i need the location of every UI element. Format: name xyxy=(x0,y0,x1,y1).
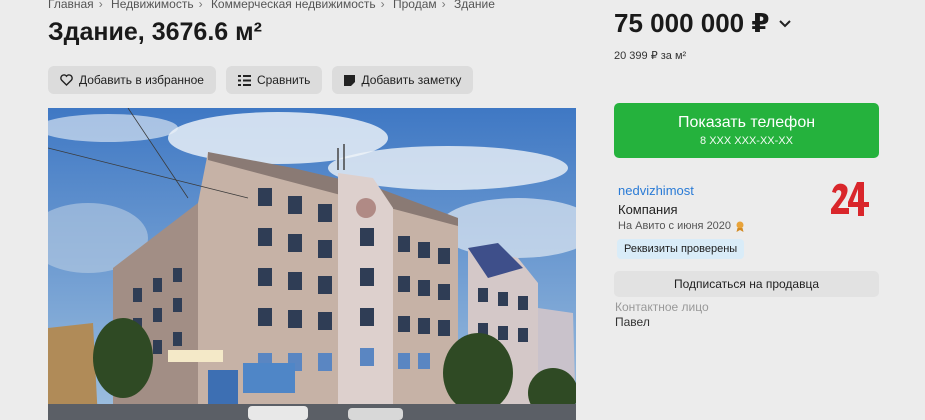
page-title: Здание, 3676.6 м² xyxy=(48,18,262,46)
add-note-label: Добавить заметку xyxy=(361,73,462,87)
compare-label: Сравнить xyxy=(256,73,311,87)
price-per-unit: 20 399 ₽ за м² xyxy=(614,50,687,62)
chevron-down-icon[interactable] xyxy=(779,19,792,28)
price-block: 75 000 000 ₽ xyxy=(614,8,792,39)
add-to-favorites-button[interactable]: Добавить в избранное xyxy=(48,66,216,94)
listing-actions: Добавить в избранное Сравнить Добавить з… xyxy=(48,66,474,94)
breadcrumb-item-home[interactable]: Главная xyxy=(48,0,94,11)
note-icon xyxy=(344,74,356,86)
add-note-button[interactable]: Добавить заметку xyxy=(332,66,474,94)
chevron-right-icon: › xyxy=(441,0,446,11)
chevron-right-icon: › xyxy=(198,0,203,11)
price-value: 75 000 000 ₽ xyxy=(614,8,770,38)
chevron-right-icon: › xyxy=(380,0,385,11)
show-phone-label: Показать телефон xyxy=(677,114,816,131)
breadcrumb-item-commercial[interactable]: Коммерческая недвижимость xyxy=(211,0,376,11)
contact-person-name: Павел xyxy=(615,315,650,329)
listing-photo[interactable] xyxy=(48,108,576,420)
subscribe-button[interactable]: Подписаться на продавца xyxy=(614,271,879,297)
add-to-favorites-label: Добавить в избранное xyxy=(79,73,204,87)
seller-logo xyxy=(829,178,871,220)
breadcrumb: Главная › Недвижимость › Коммерческая недв… xyxy=(48,0,498,11)
show-phone-button[interactable]: Показать телефон 8 XXX XXX-XX-XX xyxy=(614,103,879,158)
verified-badge: Реквизиты проверены xyxy=(617,239,745,259)
breadcrumb-item-building[interactable]: Здание xyxy=(454,0,495,11)
contact-person-label: Контактное лицо xyxy=(615,300,709,314)
medal-icon xyxy=(736,221,744,232)
building-photo xyxy=(48,108,576,420)
chevron-right-icon: › xyxy=(98,0,103,11)
seller-since-text: На Авито с июня 2020 xyxy=(618,220,732,232)
seller-type: Компания xyxy=(618,202,678,217)
compare-icon xyxy=(237,74,251,86)
breadcrumb-item-realty[interactable]: Недвижимость xyxy=(111,0,194,11)
breadcrumb-item-sell[interactable]: Продам xyxy=(393,0,437,11)
seller-name-link[interactable]: nedvizhimost xyxy=(618,183,694,198)
seller-since: На Авито с июня 2020 xyxy=(618,220,745,232)
compare-button[interactable]: Сравнить xyxy=(225,66,323,94)
heart-icon xyxy=(60,74,73,86)
masked-phone-number: 8 XXX XXX-XX-XX xyxy=(700,135,793,147)
